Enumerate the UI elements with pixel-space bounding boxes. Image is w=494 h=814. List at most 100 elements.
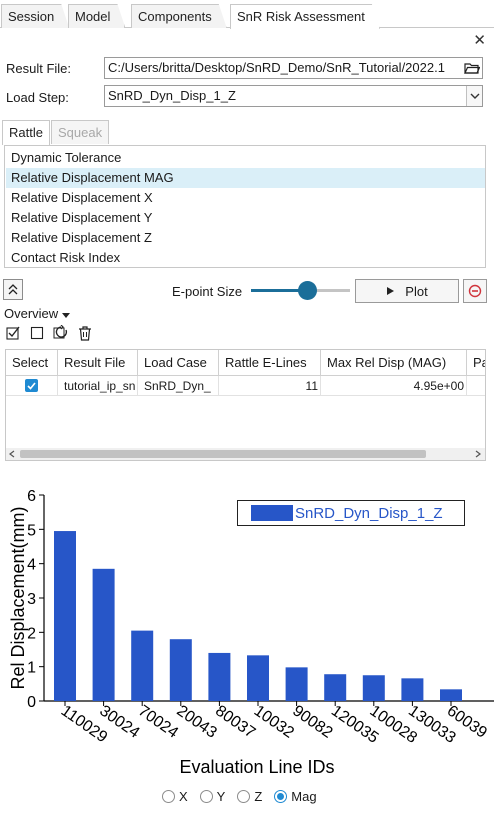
check-icon xyxy=(27,381,36,390)
table-cell[interactable]: 11 xyxy=(219,376,321,396)
stop-button[interactable] xyxy=(463,279,487,303)
plot-button-label: Plot xyxy=(405,283,428,299)
x-tick-label: 90082 xyxy=(289,702,335,742)
bar xyxy=(440,689,462,701)
overview-menu[interactable]: Overview xyxy=(4,306,70,321)
radio-mag[interactable]: Mag xyxy=(274,789,317,804)
bar xyxy=(247,655,269,701)
radio-label: X xyxy=(179,789,188,804)
component-radio-group: X Y Z Mag xyxy=(162,789,317,804)
y-axis-label: Rel Displacement(mm) xyxy=(8,506,28,689)
radio-button[interactable] xyxy=(199,790,213,803)
y-tick-label: 0 xyxy=(27,694,36,711)
bar xyxy=(92,568,115,701)
table-cell[interactable]: SnRD_Dyn_ xyxy=(138,376,219,396)
radio-label: Y xyxy=(216,789,226,804)
x-axis-label: Evaluation Line IDs xyxy=(179,757,334,777)
y-tick-label: 2 xyxy=(27,625,36,642)
radio-button[interactable] xyxy=(237,790,251,803)
result-type-list: Dynamic Tolerance Relative Displacement … xyxy=(4,145,486,268)
plot-button[interactable]: Plot xyxy=(355,279,459,303)
uncheck-all-icon[interactable] xyxy=(29,325,45,341)
radio-z[interactable]: Z xyxy=(237,789,262,804)
list-item[interactable]: Relative Displacement X xyxy=(6,188,485,208)
scroll-left-icon xyxy=(9,450,15,458)
list-item[interactable]: Contact Risk Index xyxy=(6,248,485,268)
radio-label: Mag xyxy=(291,789,317,804)
tab-session[interactable]: Session xyxy=(1,4,69,28)
epoint-size-label: E-point Size xyxy=(172,284,243,299)
y-tick-label: 5 xyxy=(27,522,36,539)
tab-rattle[interactable]: Rattle xyxy=(2,120,50,145)
double-chevron-up-icon xyxy=(8,284,18,295)
load-step-label: Load Step: xyxy=(6,90,69,105)
chevron-down-icon[interactable] xyxy=(466,86,482,106)
top-tab-bar: Session Model Components SnR Risk Assess… xyxy=(0,0,494,28)
tab-model[interactable]: Model xyxy=(68,4,125,28)
scroll-right-icon xyxy=(475,450,481,458)
y-tick-label: 4 xyxy=(27,557,36,574)
list-item[interactable]: Relative Displacement Z xyxy=(6,228,485,248)
open-folder-icon[interactable] xyxy=(462,58,482,78)
bar xyxy=(401,678,424,701)
column-header[interactable]: Pa xyxy=(467,350,485,376)
column-header[interactable]: Rattle E-Lines xyxy=(219,350,321,376)
y-tick-label: 1 xyxy=(27,660,36,677)
bar xyxy=(131,630,154,701)
result-file-field[interactable]: C:/Users/britta/Desktop/SnRD_Demo/SnR_Tu… xyxy=(104,57,483,79)
slider-handle[interactable] xyxy=(298,281,318,300)
bar xyxy=(362,675,385,701)
list-item[interactable]: Dynamic Tolerance xyxy=(6,148,485,168)
results-table: Select Result File Load Case Rattle E-Li… xyxy=(5,349,486,461)
tab-squeak[interactable]: Squeak xyxy=(51,120,110,144)
bar xyxy=(54,531,76,701)
load-step-value: SnRD_Dyn_Disp_1_Z xyxy=(108,88,236,103)
caret-down-icon xyxy=(61,313,70,318)
refresh-icon[interactable] xyxy=(53,325,69,341)
row-checkbox[interactable] xyxy=(25,379,38,392)
tab-snr-risk-assessment[interactable]: SnR Risk Assessment xyxy=(230,4,380,29)
legend-label: SnRD_Dyn_Disp_1_Z xyxy=(295,504,443,522)
column-header[interactable]: Select xyxy=(6,350,58,376)
table-cell[interactable]: tutorial_ip_sn xyxy=(58,376,138,396)
column-header[interactable]: Max Rel Disp (MAG) xyxy=(321,350,467,376)
bar xyxy=(169,639,192,701)
table-cell[interactable]: 4.95e+00 xyxy=(321,376,467,396)
list-item[interactable]: Relative Displacement MAG xyxy=(6,168,485,188)
column-header[interactable]: Result File xyxy=(58,350,138,376)
check-all-icon[interactable] xyxy=(5,325,21,341)
stop-icon xyxy=(468,284,482,298)
table-cell[interactable] xyxy=(467,376,485,396)
horizontal-scrollbar[interactable] xyxy=(6,448,485,460)
list-item[interactable]: Relative Displacement Y xyxy=(6,208,485,228)
result-file-label: Result File: xyxy=(6,61,72,76)
radio-label: Z xyxy=(254,789,263,804)
x-tick-label: 70024 xyxy=(135,702,181,742)
overview-label: Overview xyxy=(4,306,59,321)
tab-components[interactable]: Components xyxy=(131,4,227,28)
play-icon xyxy=(387,287,395,295)
result-file-value: C:/Users/britta/Desktop/SnRD_Demo/SnR_Tu… xyxy=(108,60,445,75)
trash-icon[interactable] xyxy=(77,325,93,341)
load-step-dropdown[interactable]: SnRD_Dyn_Disp_1_Z xyxy=(104,85,483,107)
column-header[interactable]: Load Case xyxy=(138,350,219,376)
chart-legend: SnRD_Dyn_Disp_1_Z xyxy=(237,500,465,526)
collapse-button[interactable] xyxy=(3,279,23,300)
bar xyxy=(285,667,308,701)
radio-button[interactable] xyxy=(274,790,288,803)
y-tick-label: 6 xyxy=(27,488,36,505)
x-tick-label: 20043 xyxy=(174,702,220,742)
radio-x[interactable]: X xyxy=(162,789,188,804)
bar xyxy=(208,652,231,701)
y-tick-label: 3 xyxy=(27,591,36,608)
bar xyxy=(324,674,347,701)
radio-y[interactable]: Y xyxy=(199,789,226,804)
x-tick-label: 80037 xyxy=(212,702,258,742)
scrollbar-thumb[interactable] xyxy=(20,450,426,458)
x-tick-label: 10032 xyxy=(251,702,297,742)
radio-button[interactable] xyxy=(162,790,175,803)
epoint-size-slider[interactable] xyxy=(251,281,350,300)
close-icon[interactable]: ✕ xyxy=(473,31,486,49)
table-row-select[interactable] xyxy=(6,376,58,396)
legend-swatch xyxy=(251,505,293,521)
